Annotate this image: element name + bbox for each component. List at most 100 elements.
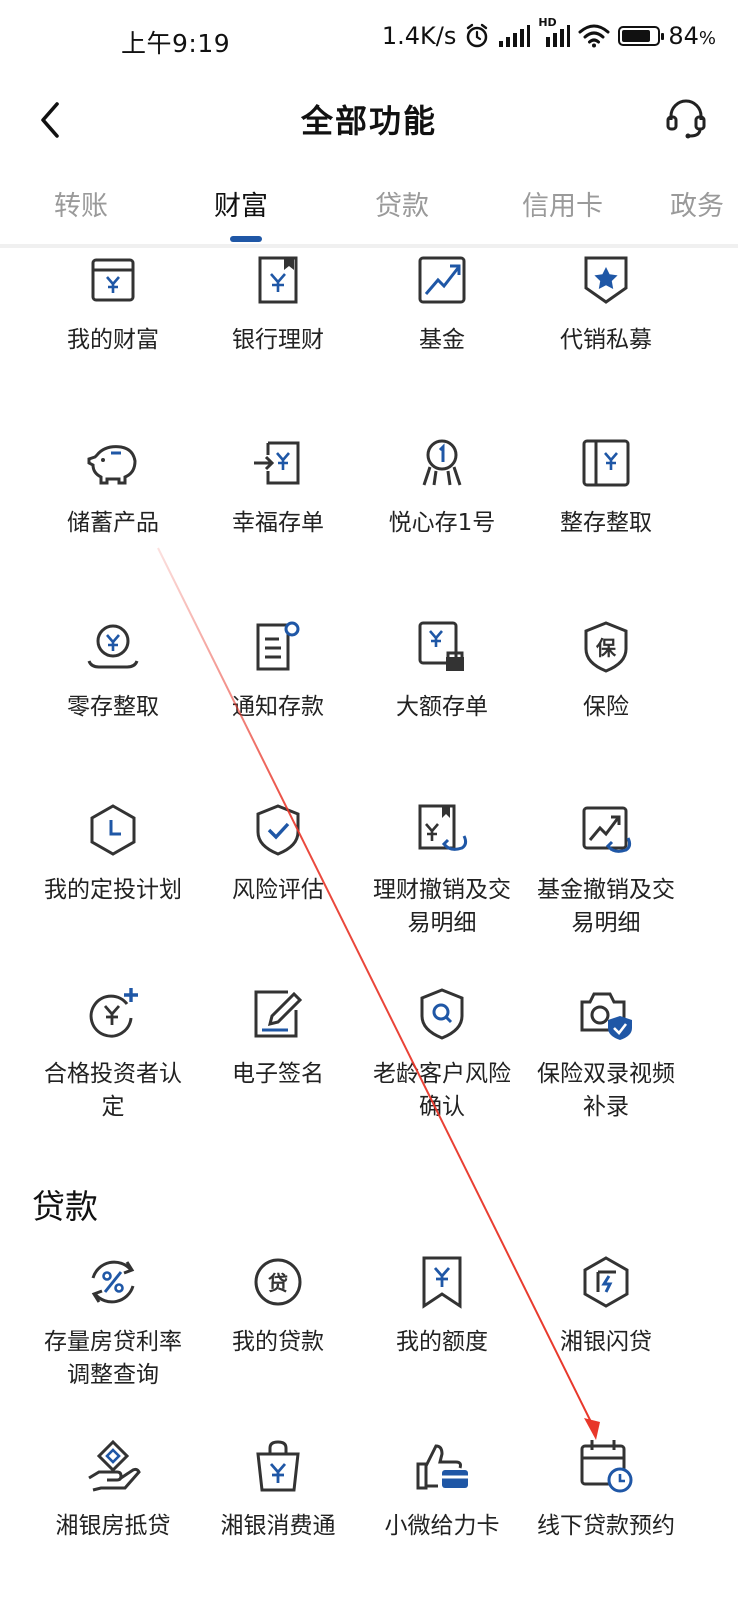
shield-search-icon [420,988,464,1040]
wealth-item-label: 风险评估 [232,877,324,903]
wealth-item[interactable]: 理财撤销及交易明细 [357,800,527,940]
wealth-item[interactable]: 整存整取 [521,433,691,540]
shield-check-icon [256,804,300,856]
shield-star-icon [584,256,628,304]
wealth-item-label: 大额存单 [396,694,488,720]
loan-item-label: 存量房贷利率调整查询 [44,1329,182,1388]
wealth-item[interactable]: 我的财富 [28,250,198,357]
wealth-item[interactable]: 悦心存1号 [357,433,527,540]
svg-text:贷: 贷 [268,1271,288,1295]
battery-percent-unit: % [698,28,716,49]
wealth-item[interactable]: 老龄客户风险确认 [357,984,527,1124]
wealth-item-label: 我的财富 [67,327,159,353]
loan-item[interactable]: 湘银消费通 [193,1436,363,1543]
camera-shield-icon [580,992,632,1040]
alarm-icon [464,23,490,49]
wealth-item-label: 基金撤销及交易明细 [537,877,675,936]
house-hand-icon [88,1439,141,1492]
wealth-item-label: 保险双录视频补录 [537,1061,675,1120]
page-title: 全部功能 [300,102,437,140]
thumbs-up-card-icon [416,1444,468,1490]
tab-loan[interactable]: 贷款 [375,184,429,223]
wealth-item-label: 代销私募 [560,327,652,353]
pen-sign-icon [254,990,303,1038]
loan-item[interactable]: 我的额度 [357,1252,527,1359]
shopping-bag-yen-icon [256,1440,300,1492]
tab-wealth[interactable]: 财富 [214,184,268,223]
loan-item-label: 线下贷款预约 [537,1513,675,1539]
wealth-item[interactable]: 我的定投计划 [28,800,198,907]
loan-item[interactable]: 湘银房抵贷 [28,1436,198,1543]
deposit-in-icon [254,441,300,485]
large-deposit-icon [418,621,464,671]
wallet-yen-icon [91,258,135,302]
category-tabs: 转账 财富 贷款 信用卡 政务 [0,166,738,248]
wealth-item[interactable]: 储蓄产品 [28,433,198,540]
wealth-item-label: 保险 [583,694,629,720]
doc-yen-return-icon [418,804,468,851]
loan-item-label: 湘银消费通 [220,1513,336,1539]
wealth-item-label: 老龄客户风险确认 [373,1061,511,1120]
headset-icon [666,99,706,139]
battery-fill [622,30,651,42]
loan-item-label: 湘银房抵贷 [55,1513,171,1539]
wealth-item[interactable]: 银行理财 [193,250,363,357]
loan-item[interactable]: 小微给力卡 [357,1436,527,1543]
wealth-item[interactable]: 电子签名 [193,984,363,1091]
status-indicators: 1.4K/s HD 84% [382,16,716,50]
battery-icon [618,26,665,46]
wealth-item-label: 合格投资者认定 [44,1061,182,1120]
wealth-item-label: 电子签名 [232,1061,324,1087]
loan-item-label: 小微给力卡 [384,1513,500,1539]
wealth-item[interactable]: 零存整取 [28,617,198,724]
wealth-item-label: 基金 [419,327,465,353]
wifi-icon [578,24,610,48]
wealth-item-label: 悦心存1号 [388,510,496,536]
loan-item-label: 我的额度 [396,1329,488,1355]
wealth-item[interactable]: 大额存单 [357,617,527,724]
wealth-item-label: 整存整取 [560,510,652,536]
hexagon-flash-icon [583,1256,629,1308]
customer-service-button[interactable] [658,90,714,146]
svg-text:保: 保 [595,636,617,660]
wealth-item[interactable]: 保险双录视频补录 [521,984,691,1124]
wealth-item[interactable]: 通知存款 [193,617,363,724]
wealth-item[interactable]: 幸福存单 [193,433,363,540]
wealth-item-label: 我的定投计划 [44,877,182,903]
loan-item[interactable]: 线下贷款预约 [521,1436,691,1543]
wealth-item[interactable]: 风险评估 [193,800,363,907]
loan-item[interactable]: 存量房贷利率调整查询 [28,1252,198,1392]
loan-item[interactable]: 贷我的贷款 [193,1252,363,1359]
status-time: 上午9:19 [121,29,231,58]
tab-transfer[interactable]: 转账 [54,184,108,223]
loan-item[interactable]: 湘银闪贷 [521,1252,691,1359]
battery-percent: 84% [668,22,716,50]
trend-up-icon [418,256,466,304]
yen-plus-icon [89,988,138,1038]
wealth-item[interactable]: 合格投资者认定 [28,984,198,1124]
tab-government[interactable]: 政务 [670,184,724,223]
battery-percent-value: 84 [668,22,699,50]
wealth-item-label: 储蓄产品 [67,510,159,536]
loan-item-label: 湘银闪贷 [560,1329,652,1355]
percent-refresh-icon [91,1260,135,1304]
header: 全部功能 [0,84,738,166]
active-tab-indicator [230,236,262,242]
wealth-item[interactable]: 代销私募 [521,250,691,357]
coin-hand-icon [87,624,139,669]
tab-credit-card[interactable]: 信用卡 [522,184,603,223]
wealth-item[interactable]: 基金撤销及交易明细 [521,800,691,940]
notice-doc-icon [256,621,300,671]
hexagon-clock-icon [90,804,136,856]
loan-section-title: 贷款 [32,1187,98,1226]
wealth-item-label: 零存整取 [67,694,159,720]
signal-icon [498,24,531,48]
calendar-clock-icon [580,1440,633,1493]
hd-label: HD [538,16,557,29]
wealth-item-label: 幸福存单 [232,510,324,536]
wealth-item[interactable]: 基金 [357,250,527,357]
wealth-item[interactable]: 保保险 [521,617,691,724]
passbook-yen-icon [582,439,630,487]
piggy-bank-icon [87,445,137,485]
loan-coin-icon: 贷 [254,1258,302,1306]
